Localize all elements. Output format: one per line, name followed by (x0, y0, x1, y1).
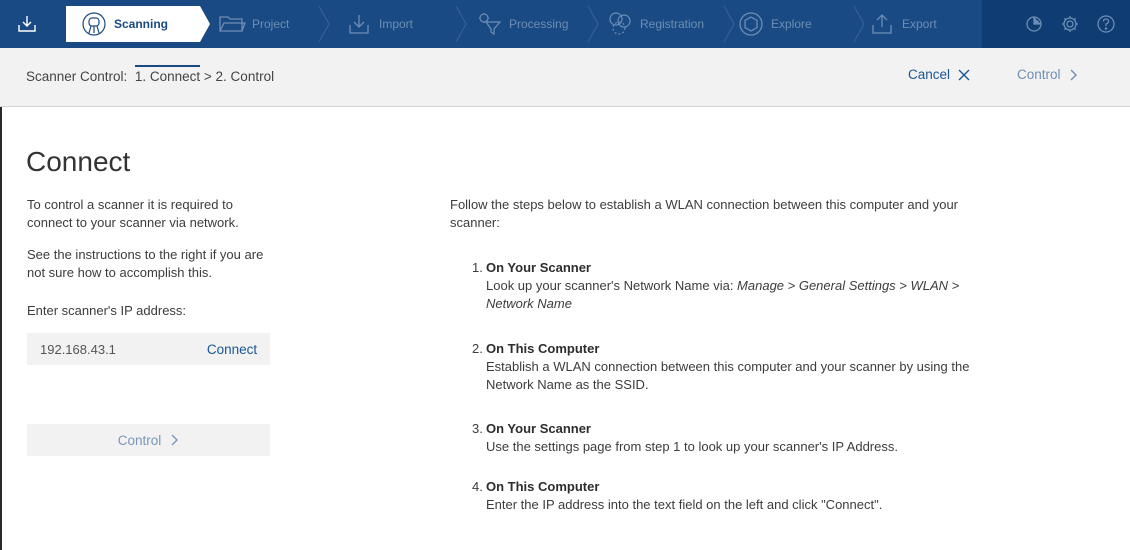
step-number: 2. (472, 341, 483, 356)
download-icon[interactable] (0, 0, 54, 48)
explore-icon (737, 10, 765, 38)
tab-registration[interactable]: Registration (606, 0, 704, 48)
instructions-intro: Follow the steps below to establish a WL… (450, 197, 958, 230)
breadcrumb-separator: > (203, 69, 212, 84)
step-separator (455, 6, 467, 42)
help-icon[interactable] (1095, 13, 1117, 35)
tab-explore[interactable]: Explore (737, 0, 812, 48)
chevron-right-icon (171, 434, 179, 446)
tab-project[interactable]: Project (218, 0, 289, 48)
page-title: Connect (26, 146, 131, 177)
chevron-right-icon (1070, 69, 1078, 81)
step-number: 1. (472, 260, 483, 275)
step-body-text: Look up your scanner's Network Name via: (486, 278, 738, 293)
connect-button[interactable]: Connect (194, 333, 270, 365)
cancel-label: Cancel (908, 67, 951, 82)
instruction-step: 4. On This Computer Enter the IP address… (472, 478, 992, 514)
step-title: On This Computer (486, 341, 600, 356)
breadcrumb-prefix: Scanner Control: (26, 69, 128, 84)
close-icon (958, 69, 970, 81)
step-separator (723, 6, 735, 42)
folder-icon (218, 10, 246, 38)
import-icon (345, 10, 373, 38)
step-title: On This Computer (486, 479, 600, 494)
control-label: Control (1017, 67, 1061, 82)
step-separator (853, 6, 865, 42)
cancel-button[interactable]: Cancel (908, 67, 970, 82)
registration-icon (606, 10, 634, 38)
breadcrumb: Scanner Control: 1. Connect > 2. Control (26, 69, 274, 84)
tab-import-label: Import (379, 17, 414, 31)
tab-project-label: Project (252, 17, 290, 31)
workflow-bar: Scanning Project Import Processing Regis… (0, 0, 1130, 48)
step-title: On Your Scanner (486, 421, 591, 436)
connect-help-text: See the instructions to the right if you… (27, 247, 264, 280)
control-button-label: Control (117, 432, 162, 448)
instruction-step: 2. On This Computer Establish a WLAN con… (472, 340, 992, 394)
step-number: 4. (472, 479, 483, 494)
processing-icon (475, 10, 503, 38)
tab-export-label: Export (902, 17, 937, 31)
next-control-button[interactable]: Control (1017, 67, 1078, 82)
breadcrumb-step-control: 2. Control (215, 69, 275, 84)
connect-description: To control a scanner it is required to c… (27, 197, 239, 230)
step-body: Enter the IP address into the text field… (486, 497, 883, 512)
tab-export[interactable]: Export (868, 0, 937, 48)
ip-address-row: Connect (27, 333, 270, 365)
export-icon (868, 10, 896, 38)
topbar-utility-group (982, 0, 1130, 48)
control-button[interactable]: Control (27, 424, 270, 456)
step-number: 3. (472, 421, 483, 436)
step-body: Use the settings page from step 1 to loo… (486, 439, 898, 454)
tab-import[interactable]: Import (345, 0, 413, 48)
step-separator (587, 6, 599, 42)
ip-address-input[interactable] (27, 333, 194, 365)
scanner-icon (80, 10, 108, 38)
gear-icon[interactable] (1059, 13, 1081, 35)
step-separator (318, 6, 330, 42)
window-edge (0, 107, 2, 550)
tab-scanning-label: Scanning (114, 17, 169, 31)
breadcrumb-step-connect: 1. Connect (134, 69, 201, 84)
step-body: Establish a WLAN connection between this… (486, 359, 970, 392)
tab-explore-label: Explore (771, 17, 812, 31)
tab-scanning[interactable]: Scanning (66, 6, 200, 42)
sub-header: Scanner Control: 1. Connect > 2. Control… (0, 48, 1130, 107)
step-body: Look up your scanner's Network Name via:… (472, 277, 992, 313)
instruction-step: 3. On Your Scanner Use the settings page… (472, 420, 992, 456)
ip-address-label: Enter scanner's IP address: (27, 303, 187, 318)
tab-processing-label: Processing (509, 17, 569, 31)
tab-processing[interactable]: Processing (475, 0, 568, 48)
tab-registration-label: Registration (640, 17, 705, 31)
pie-chart-icon[interactable] (1023, 13, 1045, 35)
step-title: On Your Scanner (486, 260, 591, 275)
instruction-step: 1. On Your Scanner Look up your scanner'… (472, 259, 992, 313)
